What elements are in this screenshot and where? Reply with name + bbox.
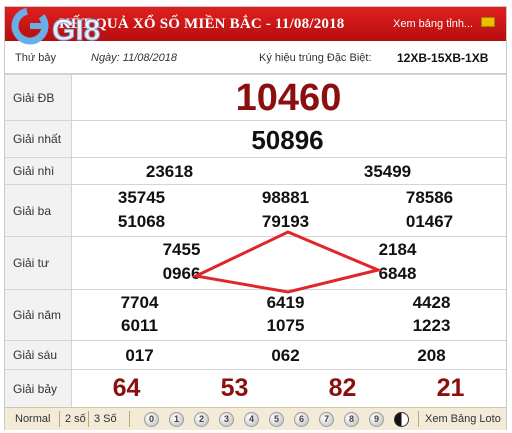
sixth-prize-number: 208 [417, 346, 446, 365]
fifth-prize-number: 7704 [120, 293, 159, 312]
special-symbol-label: Ký hiệu trúng Đặc Biệt: [259, 52, 372, 64]
two-digit-view-tab[interactable]: 2 số [65, 413, 86, 425]
seventh-prize-number: 53 [220, 374, 249, 402]
special-symbol-value: 12XB-15XB-1XB [397, 51, 489, 65]
yin-yang-icon[interactable] [394, 412, 409, 427]
digit-ball-button[interactable]: 1 [169, 412, 184, 427]
table-row: Giải ĐB 10460 [5, 74, 506, 121]
digit-ball-button[interactable]: 4 [244, 412, 259, 427]
three-digit-view-tab[interactable]: 3 Số [94, 413, 117, 425]
fifth-prize-number: 6011 [121, 316, 158, 335]
view-loto-link[interactable]: Xem Bảng Loto [425, 413, 501, 425]
fourth-prize-number: 0966 [162, 264, 201, 283]
flag-icon [481, 17, 495, 27]
digit-ball-button[interactable]: 9 [369, 412, 384, 427]
results-table: Giải ĐB 10460 Giải nhất 50896 Giải nhì 2… [5, 74, 506, 409]
prize-label-third: Giải ba [5, 184, 72, 237]
digit-ball-button[interactable]: 6 [294, 412, 309, 427]
divider [88, 411, 89, 427]
draw-date: Ngày: 11/08/2018 [91, 52, 178, 64]
seventh-prize-number: 82 [328, 374, 357, 402]
fourth-prize-number: 2184 [378, 240, 417, 259]
seventh-prize-number: 64 [112, 374, 141, 402]
divider [129, 411, 130, 427]
sixth-prize-number: 017 [125, 346, 154, 365]
fifth-prize-number: 1075 [266, 316, 305, 335]
prize-label-first: Giải nhất [5, 120, 72, 158]
digit-ball-button[interactable]: 3 [219, 412, 234, 427]
seventh-prize-number: 21 [436, 374, 465, 402]
prize-label-seventh: Giải bảy [5, 369, 72, 409]
digit-ball-button[interactable]: 7 [319, 412, 334, 427]
digit-ball-button[interactable]: 0 [144, 412, 159, 427]
third-prize-number: 98881 [261, 188, 310, 207]
prize-label-sixth: Giải sáu [5, 340, 72, 370]
sixth-prize-number: 062 [271, 346, 300, 365]
digit-ball-button[interactable]: 2 [194, 412, 209, 427]
gi8-logo-icon: GI8 [11, 7, 101, 48]
fifth-prize-number: 4428 [412, 293, 451, 312]
footer-bar: Normal 2 số 3 Số 0 1 2 3 4 5 6 7 8 9 Xem… [5, 407, 506, 430]
table-row: Giải tư 7455 2184 0966 6848 [5, 236, 506, 290]
digit-ball-button[interactable]: 8 [344, 412, 359, 427]
divider [418, 411, 419, 427]
table-row: Giải nhất 50896 [5, 120, 506, 158]
second-prize-number: 35499 [363, 162, 412, 181]
table-row: Giải nhì 23618 35499 [5, 157, 506, 185]
day-of-week: Thứ bảy [15, 52, 56, 64]
third-prize-number: 01467 [405, 212, 454, 231]
fifth-prize-number: 1223 [412, 316, 451, 335]
special-prize-number: 10460 [235, 77, 342, 119]
prize-label-fifth: Giải năm [5, 289, 72, 341]
fourth-prize-number: 6848 [378, 264, 417, 283]
divider [59, 411, 60, 427]
table-row: Giải ba 35745 98881 78586 51068 79193 01… [5, 184, 506, 237]
watermark-text: GI8 [52, 14, 100, 47]
prize-label-special: Giải ĐB [5, 74, 72, 121]
results-panel: KẾT QUẢ XỔ SỐ MIỀN BẮC - 11/08/2018 Xem … [4, 6, 507, 430]
table-row: Giải bảy 64 53 82 21 [5, 369, 506, 409]
fifth-prize-number: 6419 [266, 293, 305, 312]
fourth-prize-number: 7455 [162, 240, 201, 259]
digit-ball-button[interactable]: 5 [269, 412, 284, 427]
table-row: Giải sáu 017 062 208 [5, 340, 506, 370]
second-prize-number: 23618 [145, 162, 194, 181]
prize-label-second: Giải nhì [5, 157, 72, 185]
third-prize-number: 78586 [405, 188, 454, 207]
third-prize-number: 51068 [117, 212, 166, 231]
normal-view-tab[interactable]: Normal [15, 413, 50, 425]
third-prize-number: 79193 [261, 212, 310, 231]
view-provinces-link[interactable]: Xem bảng tỉnh... [393, 18, 473, 30]
third-prize-number: 35745 [117, 188, 166, 207]
prize-label-fourth: Giải tư [5, 236, 72, 290]
first-prize-number: 50896 [251, 125, 324, 155]
table-row: Giải năm 7704 6419 4428 6011 1075 1223 [5, 289, 506, 341]
